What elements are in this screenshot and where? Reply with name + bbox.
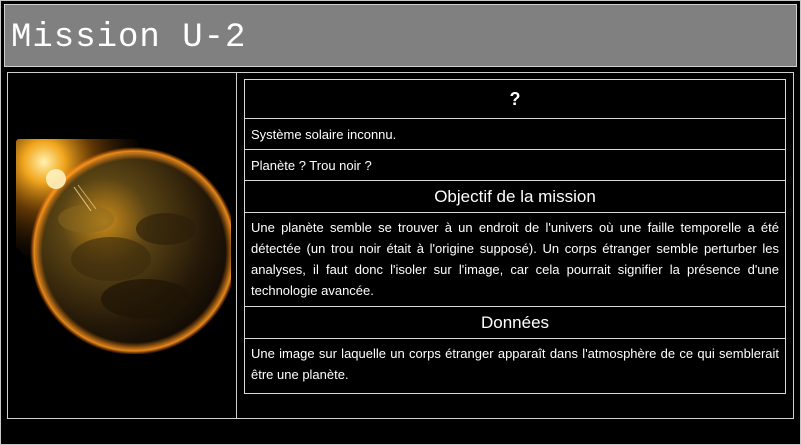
data-heading: Données bbox=[245, 307, 785, 339]
page-frame: Mission U-2 ? Système solaire inconnu. P… bbox=[0, 0, 801, 445]
objective-heading: Objectif de la mission bbox=[245, 181, 785, 213]
column-divider bbox=[236, 73, 237, 418]
page-title: Mission U-2 bbox=[11, 19, 247, 57]
header-bar: Mission U-2 bbox=[4, 4, 797, 67]
info-line-system: Système solaire inconnu. bbox=[245, 119, 785, 150]
info-heading: ? bbox=[245, 80, 785, 119]
info-line-planet: Planète ? Trou noir ? bbox=[245, 150, 785, 181]
planet-image bbox=[16, 139, 231, 354]
data-text: Une image sur laquelle un corps étranger… bbox=[251, 346, 779, 382]
planet-illustration bbox=[16, 139, 231, 354]
mission-content: ? Système solaire inconnu. Planète ? Tro… bbox=[7, 72, 794, 419]
objective-text: Une planète semble se trouver à un endro… bbox=[245, 213, 785, 307]
mission-info-table: ? Système solaire inconnu. Planète ? Tro… bbox=[244, 79, 786, 394]
